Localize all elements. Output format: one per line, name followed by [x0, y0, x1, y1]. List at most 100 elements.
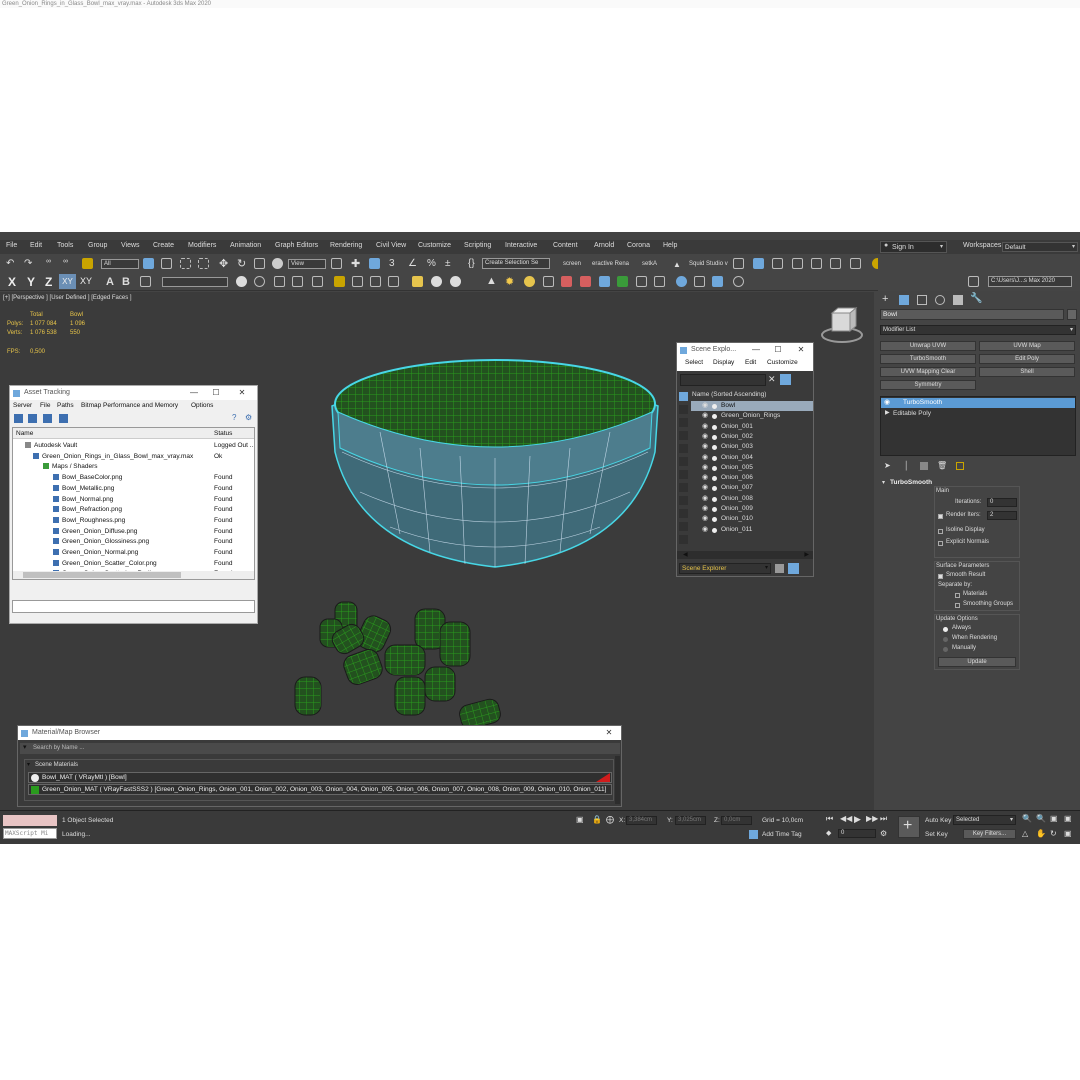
update-button[interactable]: Update [938, 657, 1016, 667]
display-geometry-icon[interactable] [679, 405, 688, 414]
display-groups-icon[interactable] [679, 483, 688, 492]
menu-corona[interactable]: Corona [627, 242, 650, 249]
scene-object-row[interactable]: ◉ Onion_011 [691, 525, 813, 535]
snaps-toggle-icon[interactable]: 3 [389, 258, 395, 269]
freeze-icon[interactable] [712, 496, 717, 502]
eye-icon[interactable]: ◉ [702, 494, 708, 504]
eye-icon[interactable]: ◉ [702, 401, 708, 411]
expand-icon[interactable]: ▶ [885, 409, 890, 416]
freeze-icon[interactable] [712, 424, 717, 430]
stack-item-editable-poly[interactable]: ▶ Editable Poly [881, 409, 1075, 419]
scroll-right-icon[interactable]: ▶ [804, 551, 809, 558]
freeze-icon[interactable] [712, 507, 717, 512]
selection-lock-icon[interactable]: 🔒 [592, 815, 602, 824]
axis-y-button[interactable]: Y [27, 275, 35, 289]
symmetry-button[interactable]: Symmetry [880, 380, 976, 390]
menu-help[interactable]: Help [663, 242, 677, 249]
vray-cone-icon[interactable]: ▲ [486, 275, 497, 287]
display-tab-icon[interactable] [953, 295, 963, 305]
scene-object-row[interactable]: ◉ Onion_009 [691, 504, 813, 514]
toggle-ribbon-icon[interactable] [792, 258, 803, 269]
set-key-button[interactable]: Set Key [925, 831, 948, 838]
configure-modifier-sets-icon[interactable] [956, 462, 964, 470]
help-icon[interactable]: ? [232, 413, 236, 422]
freeze-icon[interactable] [712, 517, 717, 523]
modify-tab-icon[interactable] [899, 295, 909, 305]
make-unique-icon[interactable] [920, 462, 928, 470]
tool-9-icon[interactable] [561, 276, 572, 287]
horizontal-scrollbar[interactable] [13, 571, 254, 579]
edit-named-selection-icon[interactable]: {} [468, 258, 475, 269]
uvw-mapping-clear-button[interactable]: UVW Mapping Clear [880, 367, 976, 377]
create-tab-icon[interactable]: + [882, 293, 888, 305]
filter-icon[interactable] [780, 374, 791, 385]
eye-icon[interactable]: ◉ [702, 422, 708, 432]
asset-row[interactable]: Green_Onion_Glossiness.png Found [13, 536, 254, 547]
selection-filter-dropdown[interactable]: All [101, 259, 139, 269]
display-shapes-icon[interactable] [679, 418, 688, 427]
asset-path-field[interactable] [12, 600, 255, 613]
menu-modifiers[interactable]: Modifiers [188, 242, 216, 249]
help-icon[interactable] [733, 276, 744, 287]
tool-6-icon[interactable] [370, 276, 381, 287]
zoom-icon[interactable]: 🔍 [1022, 814, 1032, 823]
eye-icon[interactable]: ◉ [702, 432, 708, 442]
material-browser-titlebar[interactable]: Material/Map Browser ✕ [18, 726, 621, 740]
asset-row[interactable]: Maps / Shaders [13, 461, 254, 472]
tool-3-icon[interactable] [292, 276, 303, 287]
viewport-label[interactable]: [+] [Perspective ] [User Defined ] [Edge… [3, 295, 132, 301]
tool-15-icon[interactable] [676, 276, 687, 287]
scene-list-header[interactable]: Name (Sorted Ascending) [692, 391, 766, 398]
next-frame-icon[interactable]: ▶▶ [866, 814, 878, 823]
key-filter-selected-dropdown[interactable]: Selected ▾ [953, 815, 1016, 825]
display-helpers-icon[interactable] [679, 457, 688, 466]
text-tool-icon[interactable]: A [106, 276, 117, 288]
always-radio[interactable] [943, 627, 948, 632]
display-space-warps-icon[interactable] [679, 470, 688, 479]
align-icon[interactable] [753, 258, 764, 269]
curve-editor-icon[interactable] [811, 258, 822, 269]
rotate-icon[interactable]: ↻ [237, 257, 248, 270]
asset-tracking-titlebar[interactable]: Asset Tracking — ☐ ✕ [10, 386, 257, 400]
previous-frame-icon[interactable]: ◀◀ [840, 814, 852, 823]
bind-space-warp-icon[interactable] [82, 258, 93, 269]
explicit-normals-checkbox[interactable] [938, 541, 943, 546]
scrollbar-thumb[interactable] [23, 572, 181, 578]
menu-tools[interactable]: Tools [57, 242, 73, 249]
menu-scripting[interactable]: Scripting [464, 242, 491, 249]
link-icon[interactable]: ∞ [46, 258, 57, 269]
scene-object-row[interactable]: ◉ Green_Onion_Rings [691, 411, 813, 421]
cloud-icon[interactable] [254, 276, 265, 287]
menu-interactive[interactable]: Interactive [505, 242, 537, 249]
column-name[interactable]: Name [16, 428, 33, 438]
display-xrefs-icon[interactable] [679, 496, 688, 505]
create-sphere-icon[interactable] [236, 276, 247, 287]
menu-select[interactable]: Select [685, 357, 703, 369]
material-search-input[interactable]: Search by Name ... [33, 745, 84, 751]
maxscript-listener-top[interactable] [3, 815, 57, 826]
scene-search-input[interactable] [680, 374, 766, 386]
stack-item-turbosmooth[interactable]: ◉ TurboSmooth [881, 398, 1075, 408]
auto-key-button[interactable]: Auto Key [925, 817, 951, 824]
menu-file[interactable]: File [6, 242, 17, 249]
tool-4-icon[interactable] [312, 276, 323, 287]
hierarchy-tab-icon[interactable] [917, 295, 927, 305]
tool-12-icon[interactable] [617, 276, 628, 287]
scroll-left-icon[interactable]: ◀ [683, 551, 688, 558]
iterations-spinner[interactable]: 0 [987, 498, 1017, 507]
zoom-extents-icon[interactable]: ▣ [1050, 814, 1058, 823]
list-view-icon[interactable] [43, 414, 52, 423]
setka-button[interactable]: setkA [642, 261, 657, 267]
z-coordinate-field[interactable]: 0,0cm [721, 816, 752, 825]
menu-create[interactable]: Create [153, 242, 174, 249]
tool-16-icon[interactable] [694, 276, 705, 287]
scene-object-row[interactable]: ◉ Bowl [691, 401, 813, 411]
when-rendering-radio[interactable] [943, 637, 948, 642]
eye-icon[interactable]: ◉ [702, 483, 708, 493]
edit-poly-button[interactable]: Edit Poly [979, 354, 1075, 364]
uvw-map-button[interactable]: UVW Map [979, 341, 1075, 351]
add-time-tag-button[interactable]: Add Time Tag [762, 831, 802, 838]
menu-server[interactable]: Server [13, 400, 32, 411]
x-coordinate-field[interactable]: 3,384cm [626, 816, 657, 825]
explorer-selector-dropdown[interactable]: Scene Explorer ▾ [679, 563, 771, 574]
